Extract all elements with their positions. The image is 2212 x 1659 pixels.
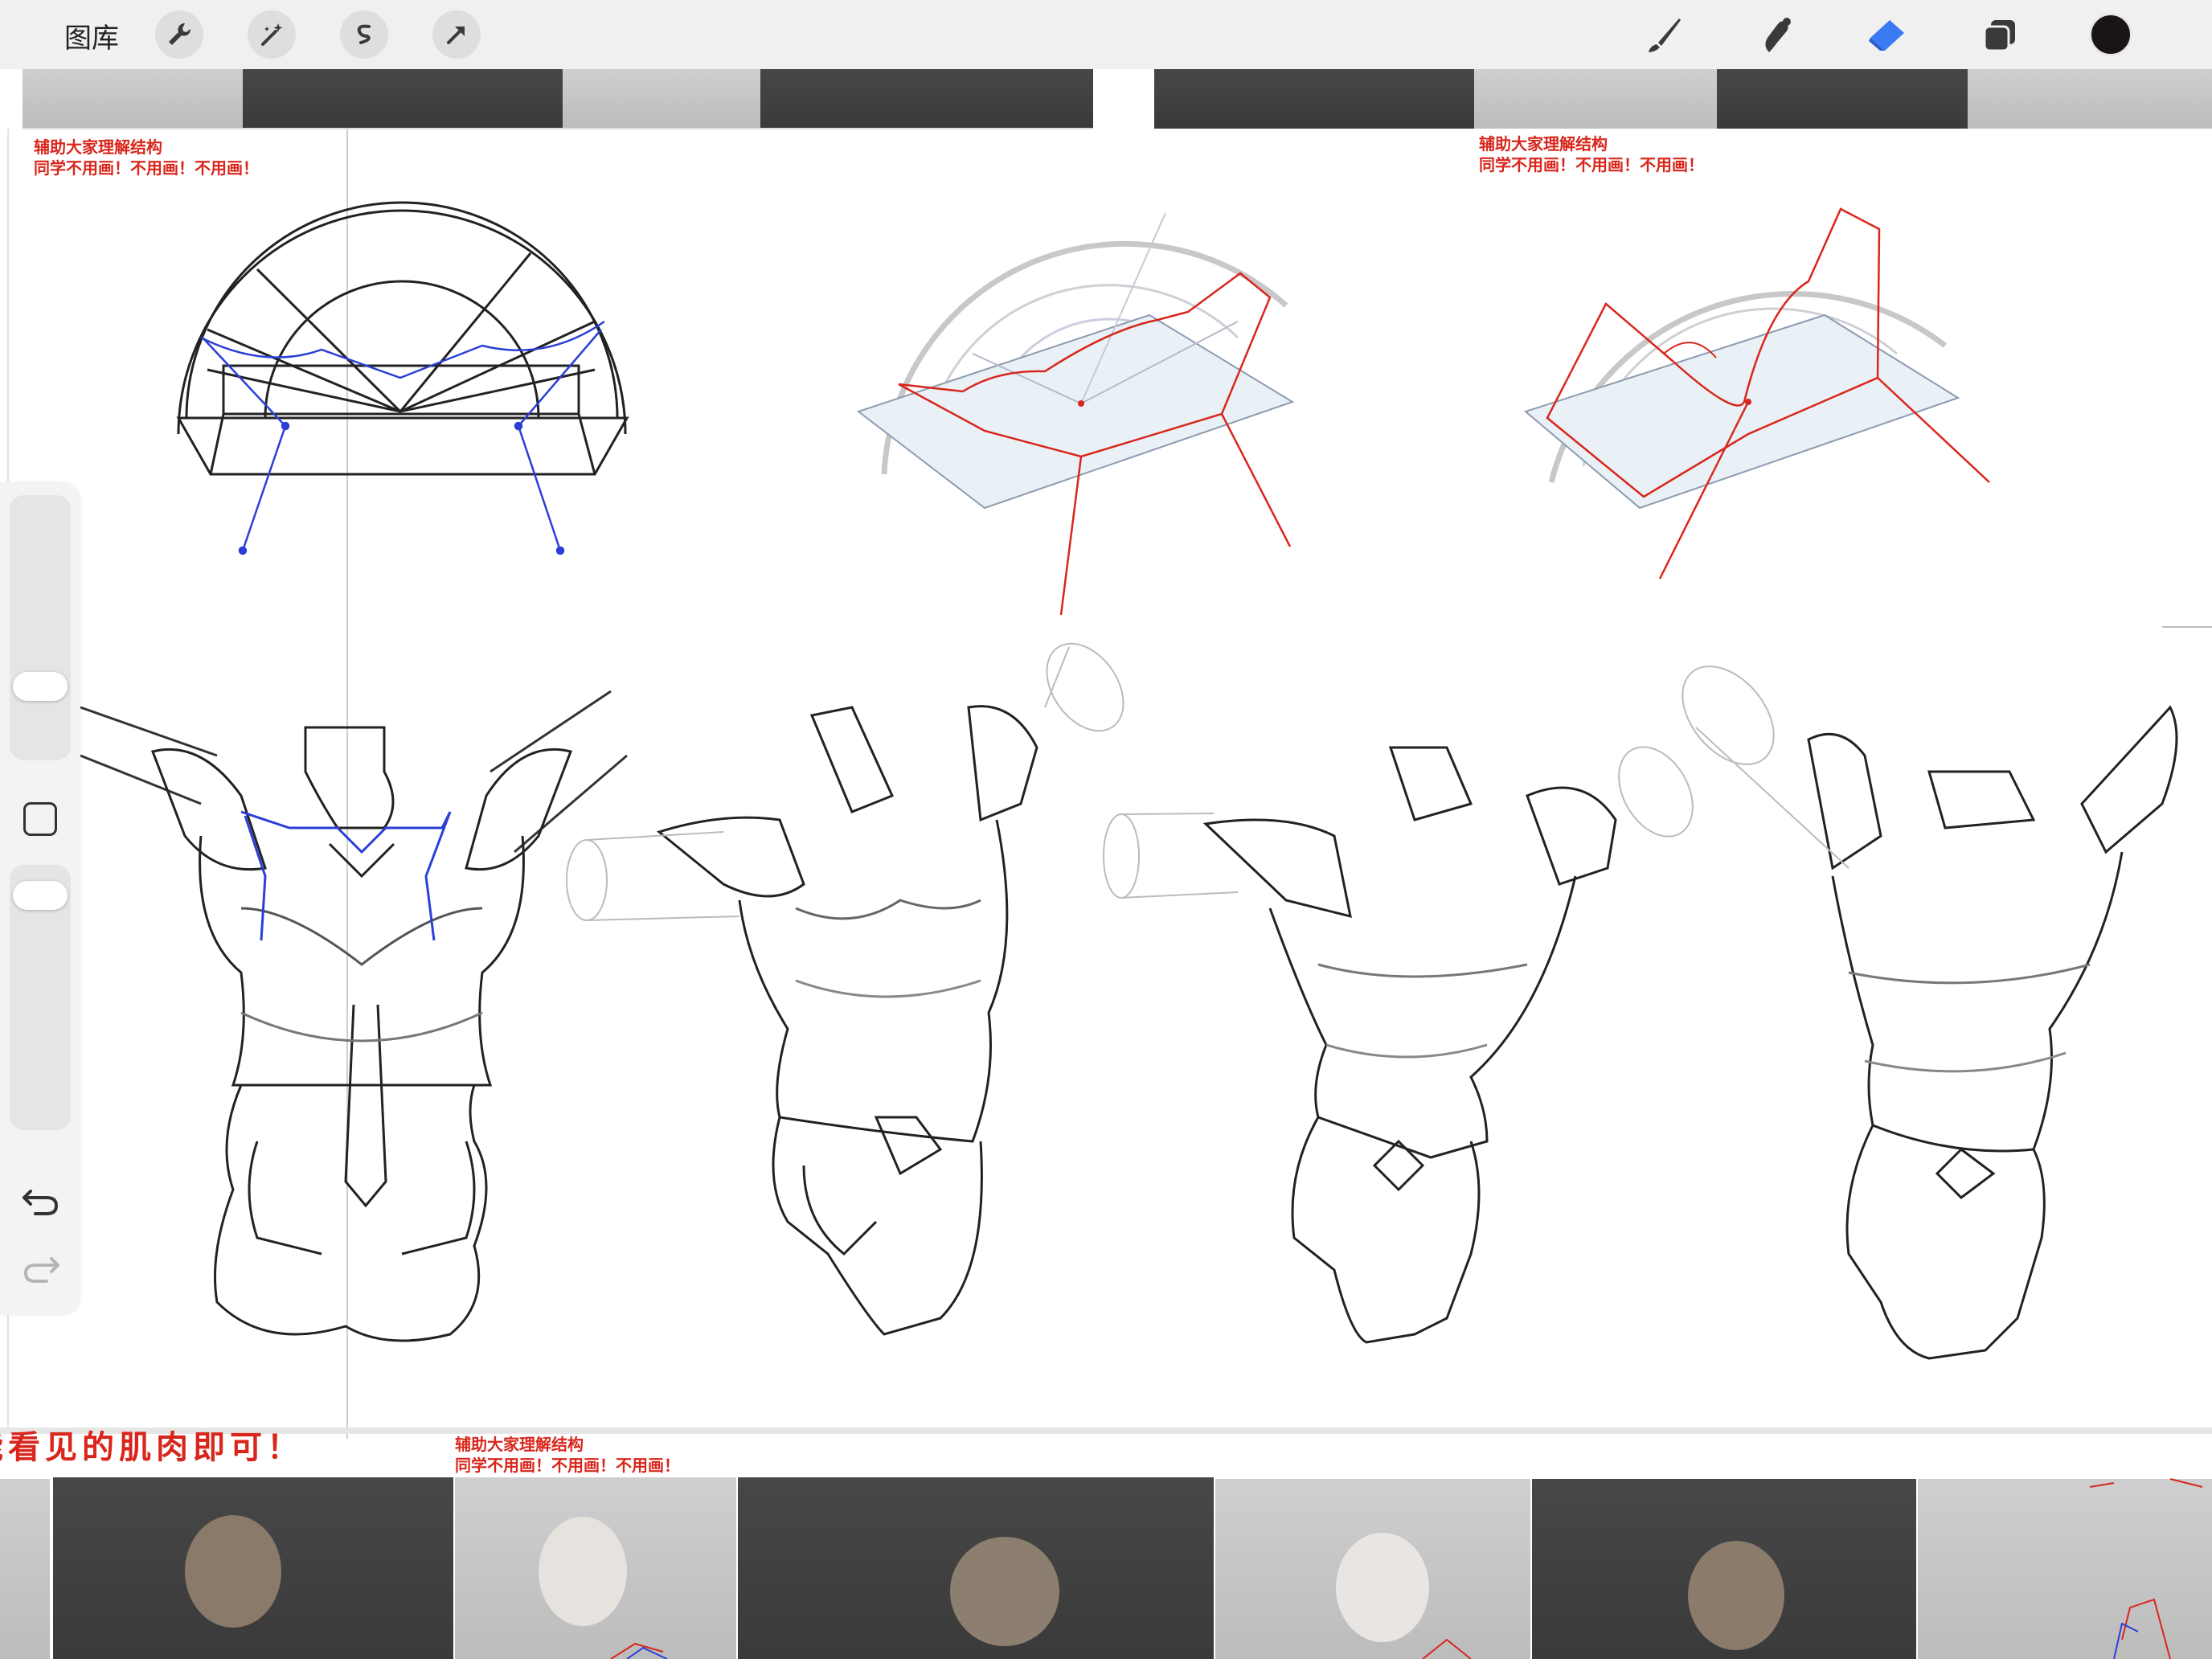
gallery-button[interactable]: 图库 (64, 16, 119, 55)
magic-wand-icon[interactable] (248, 10, 296, 59)
wrench-icon[interactable] (155, 10, 203, 59)
torso-sketch-1 (80, 690, 628, 1342)
torso-sketch-4 (1807, 705, 2178, 1360)
annotation-line2: 同学不用画！不用画！不用画！ (1479, 155, 1704, 174)
left-sidebar (0, 482, 80, 1315)
head-figure-1 (185, 1515, 281, 1628)
sketch-layer (0, 128, 2212, 1659)
torso-sketch-1-blue (240, 810, 452, 941)
dome-diagram-3 (1523, 207, 1990, 580)
brush-icon[interactable] (1640, 11, 1688, 59)
annotation-line1: 辅助大家理解结构 (455, 1435, 584, 1454)
brush-size-slider[interactable] (10, 495, 71, 760)
torso-sketch-3-cylinder (1103, 746, 1694, 899)
dome-diagram-1 (176, 201, 629, 476)
drawing-canvas[interactable]: 辅助大家理解结构 同学不用画！不用画！不用画！ 辅助大家理解结构 同学不用画！不… (0, 0, 2212, 1659)
undo-icon[interactable] (19, 1183, 63, 1220)
opacity-thumb[interactable] (13, 881, 68, 910)
smudge-icon[interactable] (1751, 11, 1799, 59)
annotation-bottom-big: 能看见的肌肉即可！ (0, 1429, 304, 1466)
redo-icon[interactable] (19, 1251, 63, 1288)
annotation-line2: 同学不用画！不用画！不用画！ (34, 158, 259, 178)
top-toolbar: 图库 (0, 0, 2212, 69)
brush-size-thumb[interactable] (13, 672, 68, 701)
torso-sketch-2-cylinder (566, 642, 1124, 921)
annotation-line1: 辅助大家理解结构 (1479, 134, 1608, 154)
annotation-bottom-mid: 辅助大家理解结构 同学不用画！不用画！不用画！ (455, 1434, 680, 1476)
transform-arrow-icon[interactable] (432, 10, 481, 59)
torso-sketch-2 (656, 705, 1038, 1336)
selection-icon[interactable] (340, 10, 388, 59)
annotation-top-left: 辅助大家理解结构 同学不用画！不用画！不用画！ (34, 137, 259, 178)
annotation-line2: 同学不用画！不用画！不用画！ (455, 1456, 680, 1475)
color-picker-button[interactable] (2089, 13, 2132, 56)
dome-diagram-1-blue (200, 320, 605, 555)
modify-square-icon[interactable] (23, 802, 57, 836)
dome-diagram-2 (856, 212, 1295, 616)
layers-icon[interactable] (1976, 11, 2024, 59)
eraser-icon[interactable] (1863, 11, 1911, 59)
annotation-top-right: 辅助大家理解结构 同学不用画！不用画！不用画！ (1479, 133, 1704, 175)
torso-sketch-3 (1202, 746, 1617, 1344)
annotation-line1: 辅助大家理解结构 (34, 137, 162, 157)
